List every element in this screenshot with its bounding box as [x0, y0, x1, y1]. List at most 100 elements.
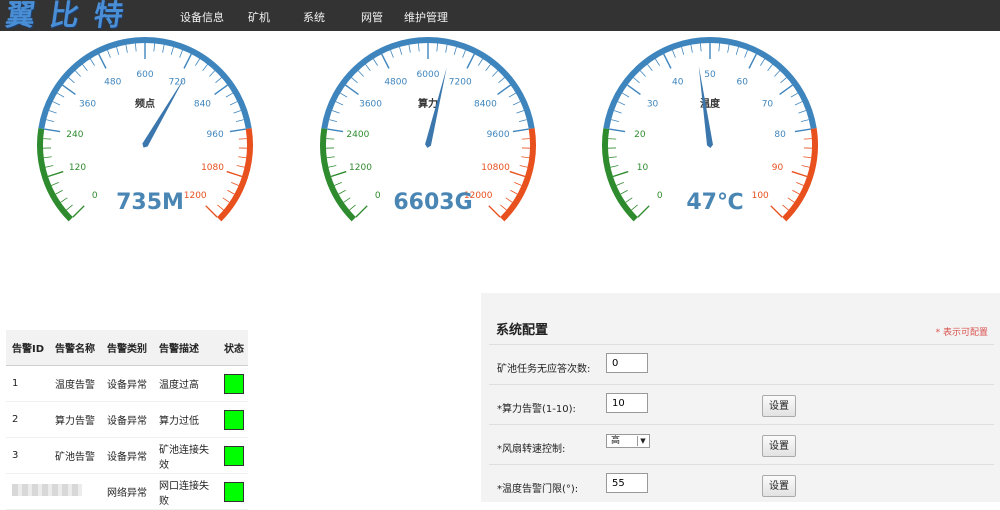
gauge-tick-label: 40 [672, 78, 684, 88]
gauge-value: 735M [116, 190, 184, 215]
header-alarm-name: 告警名称 [49, 330, 101, 366]
gauge-minor-tick [107, 50, 110, 57]
gauge-minor-tick [390, 50, 393, 57]
gauge-hashrate-svg: 0120024003600480060007200840096001080012… [318, 35, 544, 230]
gauge-major-tick [498, 85, 511, 94]
brand-logo[interactable]: 翼比特 [4, 0, 141, 32]
gauge-minor-tick [633, 78, 639, 83]
gauge-minor-tick [339, 190, 346, 194]
alarm-name: 矿池告警 [49, 438, 101, 474]
header-alarm-type: 告警类别 [101, 330, 153, 366]
gauge-minor-tick [608, 139, 616, 140]
gauge-tick-label: 50 [704, 70, 716, 80]
alarm-id: 2 [6, 402, 49, 438]
gauge-major-tick [331, 172, 346, 177]
gauge-minor-tick [135, 43, 136, 51]
gauge-minor-tick [610, 166, 618, 168]
gauge-minor-tick [728, 45, 729, 53]
nav-miner[interactable]: 矿机 [248, 9, 270, 25]
gauge-minor-tick [700, 43, 701, 51]
alarm-name: 算力告警 [49, 402, 101, 438]
gauge-tick-label: 120 [69, 163, 86, 173]
gauge-minor-tick [226, 93, 233, 97]
table-row: 1 温度告警 设备异常 温度过高 [6, 366, 248, 402]
fan-speed-set-button[interactable]: 设置 [762, 435, 796, 457]
gauge-tick-label: 1080 [201, 163, 224, 173]
gauge-major-tick [215, 85, 228, 94]
gauge-major-tick [382, 54, 389, 68]
gauge-minor-tick [514, 182, 521, 185]
gauge-minor-tick [804, 139, 812, 140]
fan-speed-select[interactable]: 高 ▼ [606, 434, 650, 448]
gauge-minor-tick [236, 120, 244, 122]
gauge-minor-tick [51, 182, 58, 185]
gauge-minor-tick [340, 93, 347, 97]
table-row: 3 矿池告警 设备异常 矿池连接失效 [6, 438, 248, 474]
gauge-minor-tick [454, 47, 456, 55]
alarm-id: 1 [6, 366, 49, 402]
gauge-minor-tick [682, 47, 684, 55]
gauge-tick-label: 20 [634, 130, 646, 140]
gauge-minor-tick [492, 71, 497, 77]
gauge-minor-tick [691, 45, 692, 53]
temp-threshold-input[interactable] [606, 473, 648, 493]
table-row: 网络异常 网口连接失败 [6, 474, 248, 510]
chevron-down-icon[interactable]: ▼ [637, 436, 648, 446]
alarm-type: 设备异常 [101, 438, 153, 474]
gauge-minor-tick [486, 64, 491, 70]
config-title: 系统配置 [496, 319, 548, 338]
hashrate-alarm-input[interactable] [606, 393, 648, 413]
nav-device-info[interactable]: 设备信息 [180, 9, 224, 25]
pool-timeout-label: 矿池任务无应答次数: [497, 360, 590, 375]
gauge-minor-tick [329, 120, 337, 122]
gauge-minor-tick [227, 190, 234, 194]
gauge-major-tick [795, 129, 811, 132]
gauge-minor-tick [171, 47, 173, 55]
gauge-tick-label: 0 [375, 191, 381, 201]
gauge-minor-tick [647, 64, 652, 70]
gauge-major-tick [792, 172, 807, 177]
config-note: * 表示可配置 [936, 325, 988, 338]
gauge-minor-tick [230, 102, 237, 105]
gauge-minor-tick [792, 190, 799, 194]
gauge-minor-tick [43, 139, 51, 140]
gauge-minor-tick [736, 47, 738, 55]
system-config-panel: 系统配置 * 表示可配置 矿池任务无应答次数: *算力告警(1-10): 设置 … [481, 293, 1000, 502]
alarm-status [218, 438, 248, 474]
gauge-minor-tick [609, 157, 617, 158]
gauge-minor-tick [516, 110, 524, 113]
gauge-minor-tick [237, 166, 245, 168]
gauge-title: 算力 [417, 97, 438, 110]
nav-network[interactable]: 网管 [361, 9, 383, 25]
gauge-value: 6603G [393, 190, 472, 215]
temp-threshold-set-button[interactable]: 设置 [762, 475, 796, 497]
gauge-tick-label: 1200 [184, 191, 207, 201]
gauge-tick-label: 80 [774, 130, 786, 140]
pool-timeout-input[interactable] [606, 353, 648, 373]
gauge-tick-label: 960 [207, 130, 224, 140]
gauge-minor-tick [239, 139, 247, 140]
header-alarm-id: 告警ID [6, 330, 49, 366]
gauge-major-tick [780, 85, 793, 94]
hashrate-alarm-set-button[interactable]: 设置 [762, 395, 796, 417]
nav-system[interactable]: 系统 [303, 9, 325, 25]
alarm-id: 3 [6, 438, 49, 474]
status-indicator [224, 446, 244, 466]
gauge-minor-tick [768, 64, 773, 70]
gauge-major-tick [62, 85, 75, 94]
nav-maintenance[interactable]: 维护管理 [404, 9, 448, 25]
gauge-minor-tick [233, 110, 241, 113]
gauge-tick-label: 10 [637, 163, 649, 173]
status-indicator [224, 410, 244, 430]
gauge-minor-tick [672, 50, 675, 57]
gauge-tick-label: 60 [737, 78, 749, 88]
gauge-minor-tick [500, 205, 506, 210]
gauge-tick-label: 7200 [449, 78, 472, 88]
gauge-minor-tick [400, 47, 402, 55]
gauge-minor-tick [437, 43, 438, 51]
gauge-tick-label: 9600 [487, 130, 510, 140]
gauge-tick-label: 0 [92, 191, 98, 201]
gauge-minor-tick [520, 166, 528, 168]
gauge-tick-label: 0 [657, 191, 663, 201]
alarm-status [218, 366, 248, 402]
